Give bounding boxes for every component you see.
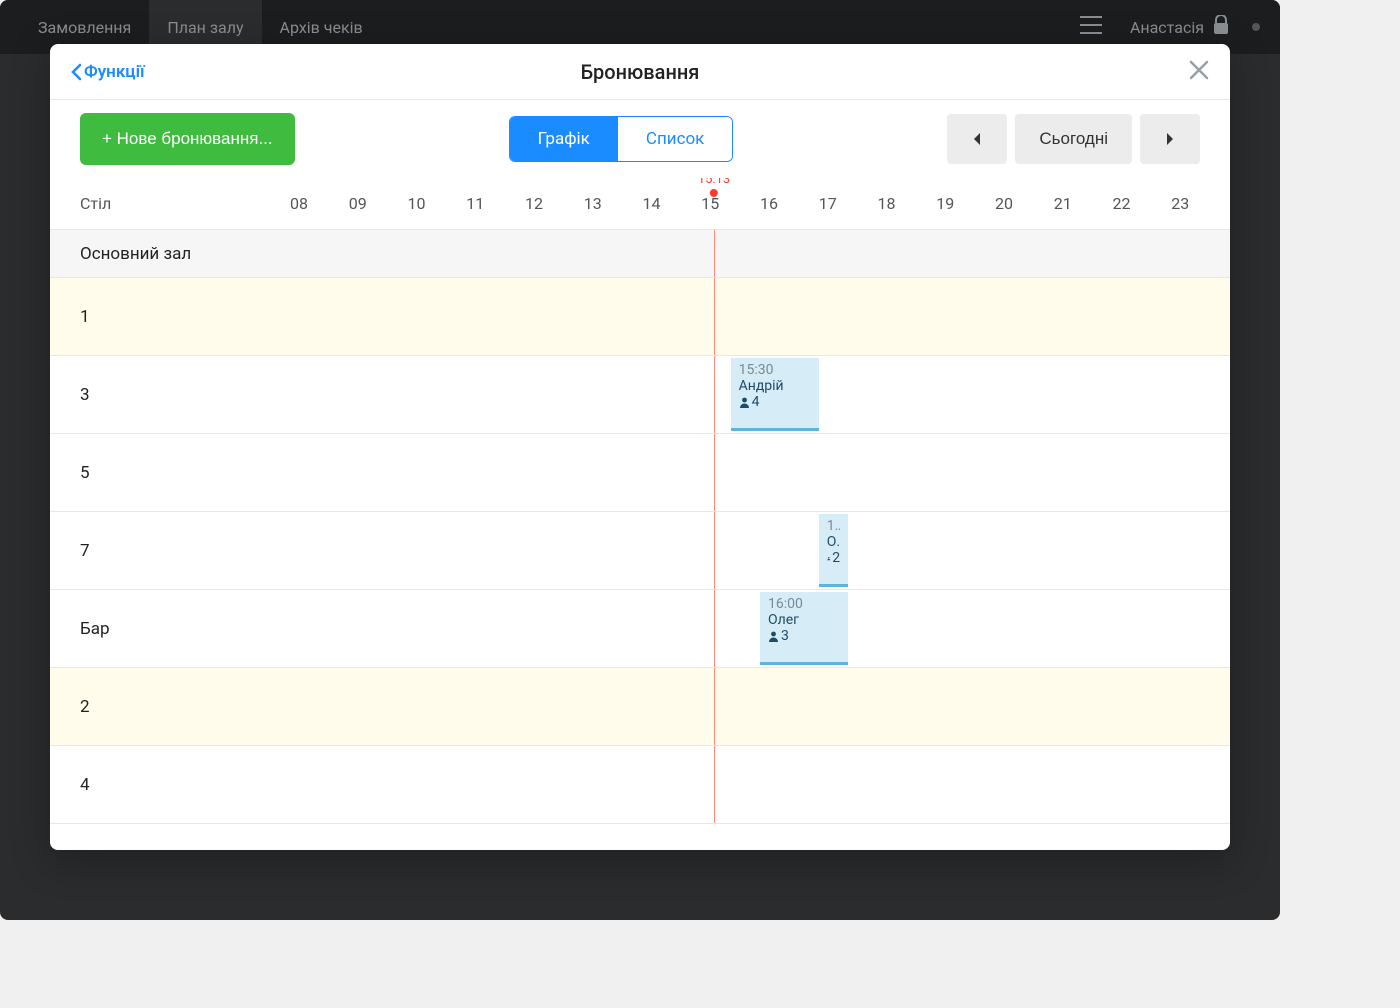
now-line [714, 746, 715, 823]
now-line [714, 512, 715, 589]
table-label: 4 [50, 746, 290, 823]
person-icon [768, 631, 779, 642]
table-row: 3 15:30Андрій4 [50, 356, 1230, 434]
person-icon [827, 553, 831, 564]
chevron-left-icon [70, 63, 82, 81]
booking-name: Оле… [827, 534, 840, 550]
table-label: 3 [50, 356, 290, 433]
booking-card[interactable]: 16:00Олег3 [760, 592, 848, 665]
row-cells[interactable]: 15:30Андрій4 [290, 356, 1230, 433]
row-cells[interactable] [290, 434, 1230, 511]
table-label: 5 [50, 434, 290, 511]
row-cells[interactable] [290, 278, 1230, 355]
hour-label: 12 [525, 194, 584, 213]
close-button[interactable] [1188, 59, 1210, 85]
triangle-left-icon [971, 130, 983, 148]
hour-label: 14 [643, 194, 702, 213]
row-cells[interactable] [290, 668, 1230, 745]
hour-label: 11 [466, 194, 525, 213]
close-icon [1188, 59, 1210, 81]
booking-name: Олег [768, 612, 840, 628]
booking-time: 16:00 [768, 596, 840, 612]
table-column-label: Стіл [50, 194, 290, 213]
table-row: 2 [50, 668, 1230, 746]
new-booking-button[interactable]: + Нове бронювання... [80, 113, 295, 165]
now-indicator: 15:13 [698, 178, 730, 197]
lock-icon [1212, 15, 1230, 39]
row-cells[interactable] [290, 230, 1230, 277]
table-row: 5 [50, 434, 1230, 512]
hour-label: 09 [349, 194, 408, 213]
next-day-button[interactable] [1140, 114, 1200, 164]
booking-guests: 4 [739, 394, 811, 410]
now-line [714, 278, 715, 355]
segment-list[interactable]: Список [618, 117, 732, 161]
now-line [714, 230, 715, 277]
triangle-right-icon [1164, 130, 1176, 148]
table-label: 1 [50, 278, 290, 355]
hour-label: 13 [584, 194, 643, 213]
table-row: 4 [50, 746, 1230, 824]
row-cells[interactable]: 16:00Олег3 [290, 590, 1230, 667]
table-row: 1 [50, 278, 1230, 356]
hour-label: 23 [1171, 194, 1230, 213]
table-label: 7 [50, 512, 290, 589]
row-cells[interactable]: 17:00Оле…2 [290, 512, 1230, 589]
hour-label: 17 [819, 194, 878, 213]
hour-label: 08 [290, 194, 349, 213]
booking-time: 15:30 [739, 362, 811, 378]
prev-day-button[interactable] [947, 114, 1007, 164]
menu-icon[interactable] [1080, 16, 1102, 38]
segment-schedule[interactable]: Графік [510, 117, 618, 161]
section-label: Основний зал [50, 230, 290, 277]
now-line [714, 434, 715, 511]
hour-label: 21 [1054, 194, 1113, 213]
booking-time: 17:00 [827, 518, 840, 534]
booking-name: Андрій [739, 378, 811, 394]
now-line [714, 668, 715, 745]
hours-header: Стіл 0809101112131415161718192021222315:… [50, 178, 1230, 230]
now-line [714, 356, 715, 433]
hour-label: 19 [936, 194, 995, 213]
section-row: Основний зал [50, 230, 1230, 278]
table-label: 2 [50, 668, 290, 745]
back-label: Функції [84, 62, 145, 82]
back-link[interactable]: Функції [70, 62, 145, 82]
hour-label: 20 [995, 194, 1054, 213]
hour-label: 10 [408, 194, 467, 213]
status-dot [1252, 23, 1260, 31]
view-toggle: Графік Список [509, 116, 734, 162]
modal-title: Бронювання [50, 60, 1230, 84]
person-icon [739, 397, 750, 408]
table-row: Бар 16:00Олег3 [50, 590, 1230, 668]
timeline-grid: Стіл 0809101112131415161718192021222315:… [50, 178, 1230, 850]
today-button[interactable]: Сьогодні [1015, 114, 1132, 164]
booking-guests: 2 [827, 550, 840, 566]
row-cells[interactable] [290, 746, 1230, 823]
hour-label: 16 [760, 194, 819, 213]
date-nav: Сьогодні [947, 114, 1200, 164]
modal-header: Функції Бронювання [50, 44, 1230, 100]
booking-guests: 3 [768, 628, 840, 644]
hour-label: 18 [878, 194, 937, 213]
now-line [714, 590, 715, 667]
booking-card[interactable]: 17:00Оле…2 [819, 514, 848, 587]
booking-modal: Функції Бронювання + Нове бронювання... … [50, 44, 1230, 850]
hour-label: 22 [1113, 194, 1172, 213]
user-label[interactable]: Анастасія [1130, 15, 1230, 39]
table-label: Бар [50, 590, 290, 667]
booking-card[interactable]: 15:30Андрій4 [731, 358, 819, 431]
table-row: 7 17:00Оле…2 [50, 512, 1230, 590]
toolbar: + Нове бронювання... Графік Список Сього… [50, 100, 1230, 178]
user-name: Анастасія [1130, 18, 1204, 37]
